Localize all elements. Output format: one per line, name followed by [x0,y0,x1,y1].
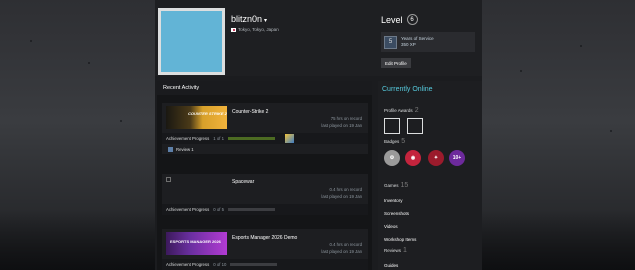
location-text: Tokyo, Tokyo, Japan [238,27,279,32]
last-played: last played on 19 Jan [321,248,362,254]
videos-link[interactable]: Videos [384,224,398,229]
profile-awards-count: 2 [414,107,419,114]
game-name-link[interactable]: Esports Manager 2026 Demo [232,235,297,241]
guides-link[interactable]: Guides [384,263,398,268]
achievement-progress-label: Achievement Progress [166,207,210,212]
achievement-progress-bar [228,208,275,211]
background-speck [120,120,122,122]
reviews-label: Reviews [384,248,402,253]
workshop-items-link[interactable]: Workshop Items [384,237,416,242]
avatar [161,11,222,72]
achievement-progress-row[interactable]: Achievement Progress 1 of 1 [162,133,368,144]
level-badge[interactable]: 6 [406,14,418,25]
capsule-logo-text: COUNTER STRIKE 2 [188,111,227,116]
service-badge-xp: 350 XP [401,42,416,47]
game-name-link[interactable]: Counter-Strike 2 [232,109,268,115]
badge-years-text: 10+ [452,155,462,161]
background-speck [520,70,522,72]
badge-item[interactable]: ⚙ [384,150,400,166]
game-playtime: 0.4 hrs on record last played on 19 Jan [321,242,362,255]
background-speck [30,40,32,42]
badges-link[interactable]: Badges 5 [384,138,405,145]
game-capsule-image[interactable]: COUNTER STRIKE 2 [166,106,227,129]
capsule-logo-text: ESPORTS MANAGER 2026 [170,239,221,244]
online-status: Currently Online [382,86,433,93]
last-played: last played on 19 Jan [321,122,362,128]
badges-count: 5 [401,138,406,145]
username[interactable]: blitzn0n ▾ [231,14,267,24]
recent-game-item: Spacewar 0.4 hrs on record last played o… [162,174,368,215]
background-speck [610,130,612,132]
profile-award-item[interactable] [384,118,400,134]
profile-header: blitzn0n ▾ Tokyo, Tokyo, Japan Level 6 5 … [155,0,482,76]
last-played: last played on 19 Jan [321,193,362,199]
profile-awards-link[interactable]: Profile Awards 2 [384,107,419,114]
achievement-icon[interactable] [285,134,294,143]
achievement-progress-label: Achievement Progress [166,136,210,141]
game-playtime: 75 hrs on record last played on 19 Jan [321,116,362,129]
background-speck [88,62,90,64]
badge-item[interactable]: ✦ [428,150,444,166]
inventory-link[interactable]: Inventory [384,198,403,203]
profile-sidebar: Currently Online Profile Awards 2 Badges 5… [378,81,482,270]
achievement-count: 0 of 10 [213,262,227,267]
games-link[interactable]: Games 15 [384,182,408,189]
achievement-progress-fill [228,137,275,140]
edit-profile-button[interactable]: Edit Profile [381,58,411,68]
game-name-link[interactable]: Spacewar [232,179,254,185]
badge-item[interactable]: 10+ [449,150,465,166]
avatar-frame[interactable] [158,8,225,75]
achievement-count: 0 of 5 [213,207,224,212]
latest-achievement: Review 1 [162,144,368,154]
level-area: Level 6 [381,14,418,25]
games-count: 15 [400,182,409,189]
years-of-service-icon: 5 [384,35,397,49]
profile-awards-label: Profile Awards [384,108,413,113]
recent-activity-title: Recent Activity [157,81,372,95]
chevron-down-icon[interactable]: ▾ [264,18,267,24]
recent-game-item: COUNTER STRIKE 2 Counter-Strike 2 75 hrs… [162,103,368,154]
years-of-service-badge[interactable]: 5 Years of Service 350 XP [381,32,475,52]
japan-flag-icon [231,27,236,32]
review-achievement-icon [168,146,173,152]
game-playtime: 0.4 hrs on record last played on 19 Jan [321,187,362,200]
game-capsule-image[interactable]: ESPORTS MANAGER 2026 [166,232,227,255]
badges-label: Badges [384,139,400,144]
achievement-progress-row[interactable]: Achievement Progress 0 of 5 [162,204,368,215]
broken-image-icon[interactable] [166,177,171,182]
recent-activity-panel: Recent Activity COUNTER STRIKE 2 Counter… [157,81,372,270]
achievement-progress-row[interactable]: Achievement Progress 0 of 10 [162,259,368,270]
reviews-count: 1 [403,247,407,254]
achievement-count: 1 of 1 [213,136,224,141]
badge-item[interactable]: ◉ [405,150,421,166]
recent-game-item: ESPORTS MANAGER 2026 Esports Manager 202… [162,229,368,270]
latest-achievement-name: Review 1 [176,146,194,152]
achievement-progress-label: Achievement Progress [166,262,210,267]
games-label: Games [384,183,399,188]
username-text: blitzn0n [231,14,263,24]
background-ground-left [0,210,155,270]
background-speck [580,45,582,47]
profile-page: blitzn0n ▾ Tokyo, Tokyo, Japan Level 6 5 … [155,0,482,270]
achievement-progress-bar [230,263,278,266]
location: Tokyo, Tokyo, Japan [231,27,279,32]
screenshots-link[interactable]: Screenshots [384,211,409,216]
service-badge-text: Years of Service 350 XP [401,36,434,48]
profile-award-item[interactable] [407,118,423,134]
reviews-link[interactable]: Reviews 1 [384,247,407,254]
level-label: Level [381,14,403,25]
background-ground-right [482,210,635,270]
achievement-progress-bar [228,137,275,140]
